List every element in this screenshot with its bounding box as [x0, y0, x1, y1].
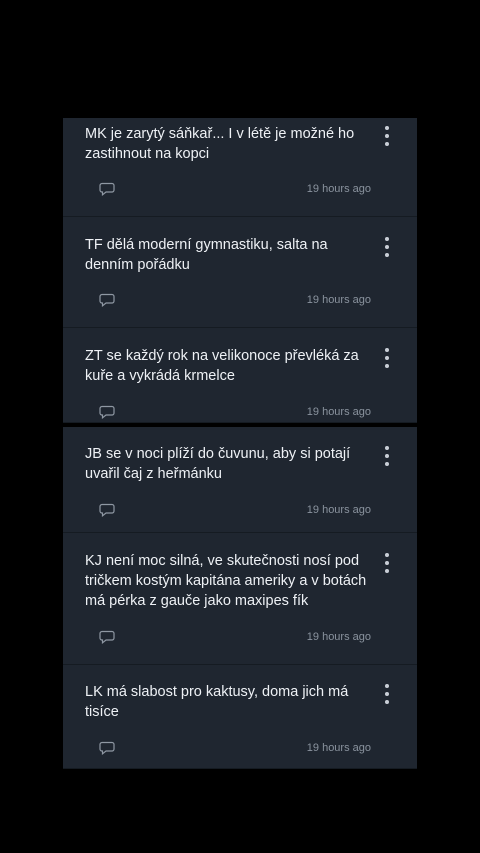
- post-card[interactable]: KJ není moc silná, ve skutečnosti nosí p…: [63, 533, 417, 665]
- comment-icon[interactable]: [99, 405, 115, 419]
- post-timestamp: 19 hours ago: [306, 406, 371, 418]
- comment-icon[interactable]: [99, 503, 115, 517]
- more-options-icon[interactable]: [379, 446, 395, 466]
- more-options-icon[interactable]: [379, 237, 395, 257]
- post-card[interactable]: TF dělá moderní gymnastiku, salta na den…: [63, 217, 417, 328]
- more-options-icon[interactable]: [379, 684, 395, 704]
- post-timestamp: 19 hours ago: [306, 631, 371, 643]
- comment-icon[interactable]: [99, 293, 115, 307]
- comment-icon[interactable]: [99, 182, 115, 196]
- post-card[interactable]: LK má slabost pro kaktusy, doma jich má …: [63, 665, 417, 769]
- post-timestamp: 19 hours ago: [306, 742, 371, 754]
- post-feed: MK je zarytý sáňkař... I v létě je možné…: [63, 118, 417, 769]
- post-text: JB se v noci plíží do čuvunu, aby si pot…: [85, 446, 351, 482]
- post-timestamp: 19 hours ago: [306, 294, 371, 306]
- post-card[interactable]: JB se v noci plíží do čuvunu, aby si pot…: [63, 423, 417, 533]
- post-text: KJ není moc silná, ve skutečnosti nosí p…: [85, 553, 367, 609]
- more-options-icon[interactable]: [379, 553, 395, 573]
- more-options-icon[interactable]: [379, 126, 395, 146]
- post-text: ZT se každý rok na velikonoce převléká z…: [85, 348, 359, 384]
- post-text: MK je zarytý sáňkař... I v létě je možné…: [85, 126, 355, 162]
- more-options-icon[interactable]: [379, 348, 395, 368]
- comment-icon[interactable]: [99, 630, 115, 644]
- comment-icon[interactable]: [99, 741, 115, 755]
- post-timestamp: 19 hours ago: [306, 183, 371, 195]
- post-text: TF dělá moderní gymnastiku, salta na den…: [85, 237, 328, 273]
- post-text: LK má slabost pro kaktusy, doma jich má …: [85, 684, 349, 720]
- post-timestamp: 19 hours ago: [306, 504, 371, 516]
- post-card[interactable]: ZT se každý rok na velikonoce převléká z…: [63, 328, 417, 423]
- post-card[interactable]: MK je zarytý sáňkař... I v létě je možné…: [63, 118, 417, 217]
